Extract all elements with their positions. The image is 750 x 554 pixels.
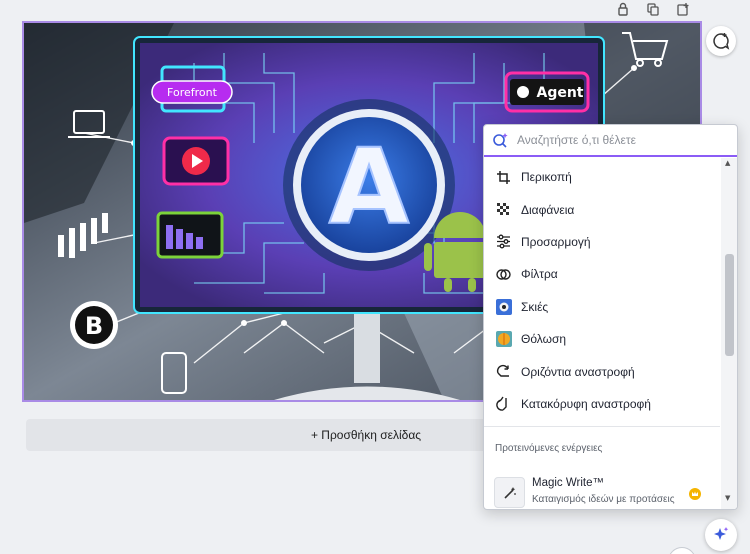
magic-write-icon bbox=[494, 477, 525, 508]
menu-item-crop[interactable]: Περικοπή bbox=[484, 161, 720, 193]
menu-search-bar bbox=[484, 125, 737, 157]
shadows-icon bbox=[495, 298, 512, 315]
sparkle-icon bbox=[714, 527, 729, 540]
menu-item-label: Προσαρμογή bbox=[521, 234, 591, 249]
add-page-icon[interactable] bbox=[674, 0, 692, 18]
center-emblem-letter: A bbox=[329, 126, 410, 248]
forefront-label: Forefront bbox=[167, 86, 218, 99]
menu-item-label: Οριζόντια αναστροφή bbox=[521, 364, 635, 379]
menu-item-flip-horizontal[interactable]: Οριζόντια αναστροφή bbox=[484, 355, 720, 387]
menu-item-filters[interactable]: Φίλτρα bbox=[484, 258, 720, 290]
duplicate-page-icon[interactable] bbox=[644, 0, 662, 18]
blur-icon bbox=[495, 331, 512, 348]
menu-scrollbar[interactable]: ▲ ▼ bbox=[721, 158, 737, 509]
comment-add-icon bbox=[713, 33, 730, 50]
scroll-down-arrow-icon[interactable]: ▼ bbox=[725, 494, 730, 502]
menu-item-label: Φίλτρα bbox=[521, 267, 558, 282]
context-menu-panel: Περικοπή Διαφάνεια Προσαρμογή Φίλτρα Σκι… bbox=[483, 124, 738, 510]
suggested-actions-title: Προτεινόμενες ενέργειες bbox=[495, 443, 603, 454]
filters-icon bbox=[495, 266, 512, 283]
lock-icon[interactable] bbox=[614, 0, 632, 18]
menu-item-flip-vertical[interactable]: Κατακόρυφη αναστροφή bbox=[484, 388, 720, 420]
suggested-action-magic-write[interactable]: Magic Write™ Καταιγισμός ιδεών με προτάσ… bbox=[494, 477, 720, 508]
suggested-action-title: Magic Write™ bbox=[532, 477, 604, 489]
flip-vertical-icon bbox=[495, 395, 512, 412]
menu-item-adjust[interactable]: Προσαρμογή bbox=[484, 226, 720, 258]
crop-icon bbox=[495, 169, 512, 186]
comment-button[interactable] bbox=[706, 26, 736, 56]
menu-item-transparency[interactable]: Διαφάνεια bbox=[484, 193, 720, 225]
page-toolbar bbox=[614, 0, 692, 18]
flip-horizontal-icon bbox=[495, 363, 512, 380]
menu-divider bbox=[484, 426, 720, 427]
scrollbar-thumb[interactable] bbox=[725, 254, 734, 356]
crown-icon bbox=[689, 488, 701, 500]
menu-item-shadows[interactable]: Σκιές bbox=[484, 291, 720, 323]
menu-item-blur[interactable]: Θόλωση bbox=[484, 323, 720, 355]
b-logo-letter: B bbox=[85, 312, 103, 340]
transparency-icon bbox=[495, 201, 512, 218]
agent-label: Agent bbox=[536, 85, 583, 101]
menu-item-label: Περικοπή bbox=[521, 170, 572, 185]
suggested-action-subtitle: Καταιγισμός ιδεών με προτάσεις bbox=[532, 494, 675, 505]
menu-item-label: Θόλωση bbox=[521, 332, 567, 347]
menu-item-label: Διαφάνεια bbox=[521, 202, 575, 217]
help-button[interactable] bbox=[668, 547, 696, 554]
menu-search-input[interactable] bbox=[517, 133, 717, 147]
menu-item-label: Σκιές bbox=[521, 299, 549, 314]
adjust-icon bbox=[495, 233, 512, 250]
magic-search-icon bbox=[493, 132, 508, 148]
scroll-up-arrow-icon[interactable]: ▲ bbox=[725, 159, 730, 167]
magic-assistant-button[interactable] bbox=[705, 519, 737, 551]
menu-item-label: Κατακόρυφη αναστροφή bbox=[521, 396, 651, 411]
edit-menu-list: Περικοπή Διαφάνεια Προσαρμογή Φίλτρα Σκι… bbox=[484, 161, 720, 420]
